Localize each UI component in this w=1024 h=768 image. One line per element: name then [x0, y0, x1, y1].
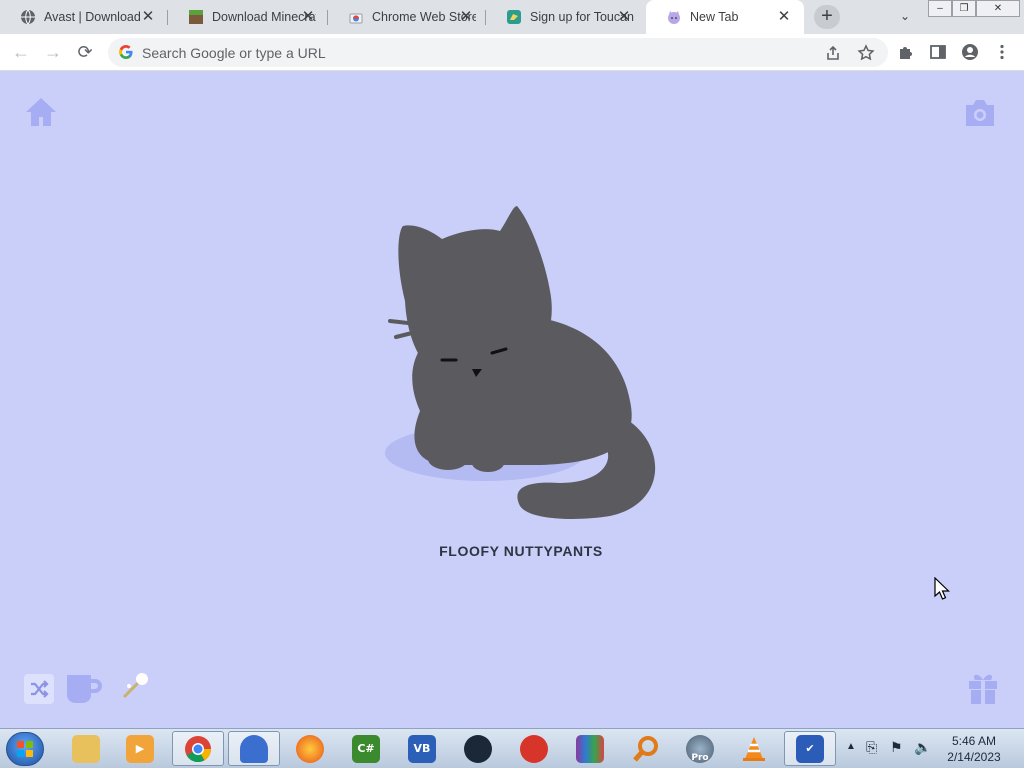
restore-button[interactable]: ❐: [952, 0, 976, 17]
taskbar-chrome[interactable]: [172, 731, 224, 766]
google-g-icon: [119, 45, 133, 59]
gift-icon[interactable]: [966, 669, 1000, 705]
media-play-icon: ▶: [126, 734, 154, 763]
extensions-puzzle-icon[interactable]: [897, 43, 915, 61]
mug-icon[interactable]: [66, 673, 102, 705]
start-button[interactable]: [6, 732, 44, 766]
firefox-icon: [296, 734, 324, 763]
tab-close-icon[interactable]: ✕: [776, 9, 792, 25]
tab-title: Avast | Download: [44, 10, 141, 24]
windows-logo-icon: [17, 741, 33, 757]
folder-icon: [72, 734, 100, 763]
shuffle-icon: [31, 680, 49, 698]
tab-close-icon[interactable]: ✕: [458, 9, 474, 25]
steam-icon: [464, 734, 492, 763]
tab-chrome-web-store[interactable]: Chrome Web Store ✕: [328, 0, 486, 34]
network-icon[interactable]: ⎘: [866, 739, 877, 756]
ccleaner-icon: [520, 734, 548, 763]
forward-arrow-icon[interactable]: →: [42, 41, 64, 63]
bookmark-star-icon[interactable]: [857, 44, 875, 62]
reload-icon[interactable]: ⟳: [74, 41, 96, 63]
taskbar-file-explorer[interactable]: [60, 731, 112, 766]
clock-time: 5:46 AM: [951, 734, 997, 748]
profile-avatar-icon[interactable]: [961, 43, 979, 61]
share-icon[interactable]: [824, 44, 842, 62]
visual-basic-icon: VB: [408, 734, 436, 763]
taskbar-winrar[interactable]: [564, 731, 616, 766]
close-window-button[interactable]: ✕: [976, 0, 1020, 17]
new-tab-page: FLOOFY NUTTYPANTS: [0, 71, 1024, 728]
taskbar-firefox[interactable]: [284, 731, 336, 766]
mouse-cursor-icon: [934, 577, 950, 600]
more-menu-icon[interactable]: [993, 43, 1011, 61]
taskbar-csharp[interactable]: C#: [340, 731, 392, 766]
tab-minecraft[interactable]: Download Minecraft ✕: [168, 0, 328, 34]
system-clock[interactable]: 5:46 AM 2/14/2023: [934, 733, 1014, 765]
taskbar-vlc[interactable]: [728, 731, 780, 766]
globe-icon: [21, 9, 35, 25]
google-earth-pro-icon: Pro: [686, 734, 714, 763]
security-check-icon: ✔: [796, 734, 824, 763]
taskbar-visual-basic[interactable]: VB: [396, 731, 448, 766]
windows-taskbar: ▶ C# VB Pro ✔ ▲ ⎘ ⚑ 🔈 5:46 AM 2/14/2023: [0, 728, 1024, 768]
cat-face-icon: [668, 11, 680, 24]
side-panel-icon[interactable]: [929, 43, 947, 61]
taskbar-app-blue[interactable]: [228, 731, 280, 766]
pet-name: FLOOFY NUTTYPANTS: [439, 543, 603, 559]
blue-app-icon: [240, 734, 268, 763]
taskbar-search-tool[interactable]: [620, 731, 672, 766]
tab-new-tab[interactable]: New Tab ✕: [646, 0, 804, 34]
magnifier-icon: [633, 735, 658, 762]
taskbar-media-player[interactable]: ▶: [114, 731, 166, 766]
shuffle-button[interactable]: [24, 674, 54, 704]
taskbar-steam[interactable]: [452, 731, 504, 766]
csharp-icon: C#: [352, 734, 380, 763]
vlc-cone-icon: [743, 736, 765, 761]
minecraft-grass-block-icon: [189, 10, 203, 24]
clock-date: 2/14/2023: [947, 750, 1001, 764]
home-icon[interactable]: [24, 95, 58, 129]
minimize-button[interactable]: –: [928, 0, 952, 17]
search-input[interactable]: [142, 42, 742, 63]
action-center-flag-icon[interactable]: ⚑: [890, 739, 903, 756]
tab-search-chevron-icon[interactable]: ⌄: [896, 9, 914, 25]
taskbar-ccleaner[interactable]: [508, 731, 560, 766]
magic-wand-icon[interactable]: [118, 669, 152, 703]
taskbar-security-app[interactable]: ✔: [784, 731, 836, 766]
taskbar-google-earth-pro[interactable]: Pro: [674, 731, 726, 766]
back-arrow-icon[interactable]: ←: [10, 41, 32, 63]
chrome-web-store-icon: [349, 13, 363, 24]
tab-close-icon[interactable]: ✕: [300, 9, 316, 25]
tab-toucan[interactable]: Sign up for Toucan ✕: [486, 0, 644, 34]
cat-illustration: [385, 206, 656, 519]
chrome-icon: [185, 735, 212, 762]
tab-close-icon[interactable]: ✕: [616, 9, 632, 25]
volume-icon[interactable]: 🔈: [914, 739, 931, 756]
tab-avast[interactable]: Avast | Download ✕: [0, 0, 168, 34]
tab-close-icon[interactable]: ✕: [140, 9, 156, 25]
winrar-icon: [576, 734, 604, 763]
toucan-icon: [507, 10, 521, 24]
omnibox[interactable]: [108, 38, 888, 67]
tray-expand-icon[interactable]: ▲: [846, 741, 856, 752]
new-tab-button[interactable]: +: [814, 5, 840, 29]
browser-toolbar: ← → ⟳: [0, 34, 1024, 71]
tab-strip: Avast | Download ✕ Download Minecraft ✕ …: [0, 0, 1024, 34]
camera-icon[interactable]: [962, 97, 998, 129]
